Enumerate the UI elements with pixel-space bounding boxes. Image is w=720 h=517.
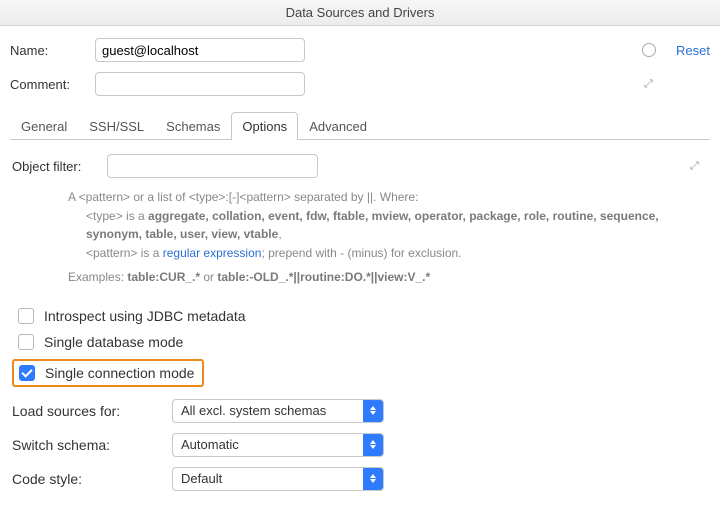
load-sources-label: Load sources for: (12, 403, 172, 419)
chevron-updown-icon (363, 400, 383, 422)
switch-schema-label: Switch schema: (12, 437, 172, 453)
name-input-wrap (95, 38, 662, 62)
object-filter-help: A <pattern> or a list of <type>:[-]<patt… (68, 188, 708, 287)
tabbar: General SSH/SSL Schemas Options Advanced (10, 112, 710, 140)
comment-label: Comment: (10, 77, 95, 92)
load-sources-value: All excl. system schemas (181, 403, 363, 418)
introspect-checkbox[interactable] (18, 308, 34, 324)
single-db-row[interactable]: Single database mode (12, 329, 708, 355)
expand-icon[interactable]: ⤢ (644, 78, 656, 90)
help-example1: table:CUR_.* (127, 270, 200, 284)
expand-icon[interactable]: ⤢ (690, 160, 702, 172)
tab-general[interactable]: General (10, 112, 78, 140)
tab-options[interactable]: Options (231, 112, 298, 140)
object-filter-input[interactable] (107, 154, 318, 178)
single-conn-checkbox[interactable] (19, 365, 35, 381)
introspect-label: Introspect using JDBC metadata (44, 308, 246, 324)
tab-advanced[interactable]: Advanced (298, 112, 378, 140)
single-db-label: Single database mode (44, 334, 183, 350)
checkbox-block: Introspect using JDBC metadata Single da… (12, 303, 708, 389)
help-examples-label: Examples: (68, 270, 127, 284)
code-style-select[interactable]: Default (172, 467, 384, 491)
load-sources-select[interactable]: All excl. system schemas (172, 399, 384, 423)
help-type-prefix: <type> is a (86, 209, 148, 223)
header-form: Name: Reset Comment: ⤢ (0, 26, 720, 112)
name-input[interactable] (95, 38, 305, 62)
help-or: or (200, 270, 217, 284)
introspect-row[interactable]: Introspect using JDBC metadata (12, 303, 708, 329)
window-title: Data Sources and Drivers (0, 0, 720, 26)
code-style-label: Code style: (12, 471, 172, 487)
chevron-updown-icon (363, 434, 383, 456)
help-pattern-suffix: ; prepend with - (minus) for exclusion. (261, 246, 461, 260)
options-panel: Object filter: ⤢ A <pattern> or a list o… (0, 140, 720, 501)
regex-link[interactable]: regular expression (163, 246, 262, 260)
single-conn-label: Single connection mode (45, 365, 194, 381)
comment-input[interactable] (95, 72, 305, 96)
help-type-list: aggregate, collation, event, fdw, ftable… (86, 209, 659, 242)
object-filter-wrap: ⤢ (107, 154, 708, 178)
tab-sshssl[interactable]: SSH/SSL (78, 112, 155, 140)
chevron-updown-icon (363, 468, 383, 490)
help-pattern-prefix: <pattern> is a (86, 246, 163, 260)
single-conn-highlight: Single connection mode (12, 359, 204, 387)
comment-input-wrap: ⤢ (95, 72, 662, 96)
help-example2: table:-OLD_.*||routine:DO.*||view:V_.* (217, 270, 430, 284)
tab-schemas[interactable]: Schemas (155, 112, 231, 140)
reset-link[interactable]: Reset (676, 43, 710, 58)
help-line1: A <pattern> or a list of <type>:[-]<patt… (68, 188, 708, 207)
name-label: Name: (10, 43, 95, 58)
object-filter-label: Object filter: (12, 159, 107, 174)
single-db-checkbox[interactable] (18, 334, 34, 350)
clear-icon[interactable] (642, 43, 656, 57)
switch-schema-select[interactable]: Automatic (172, 433, 384, 457)
switch-schema-value: Automatic (181, 437, 363, 452)
code-style-value: Default (181, 471, 363, 486)
